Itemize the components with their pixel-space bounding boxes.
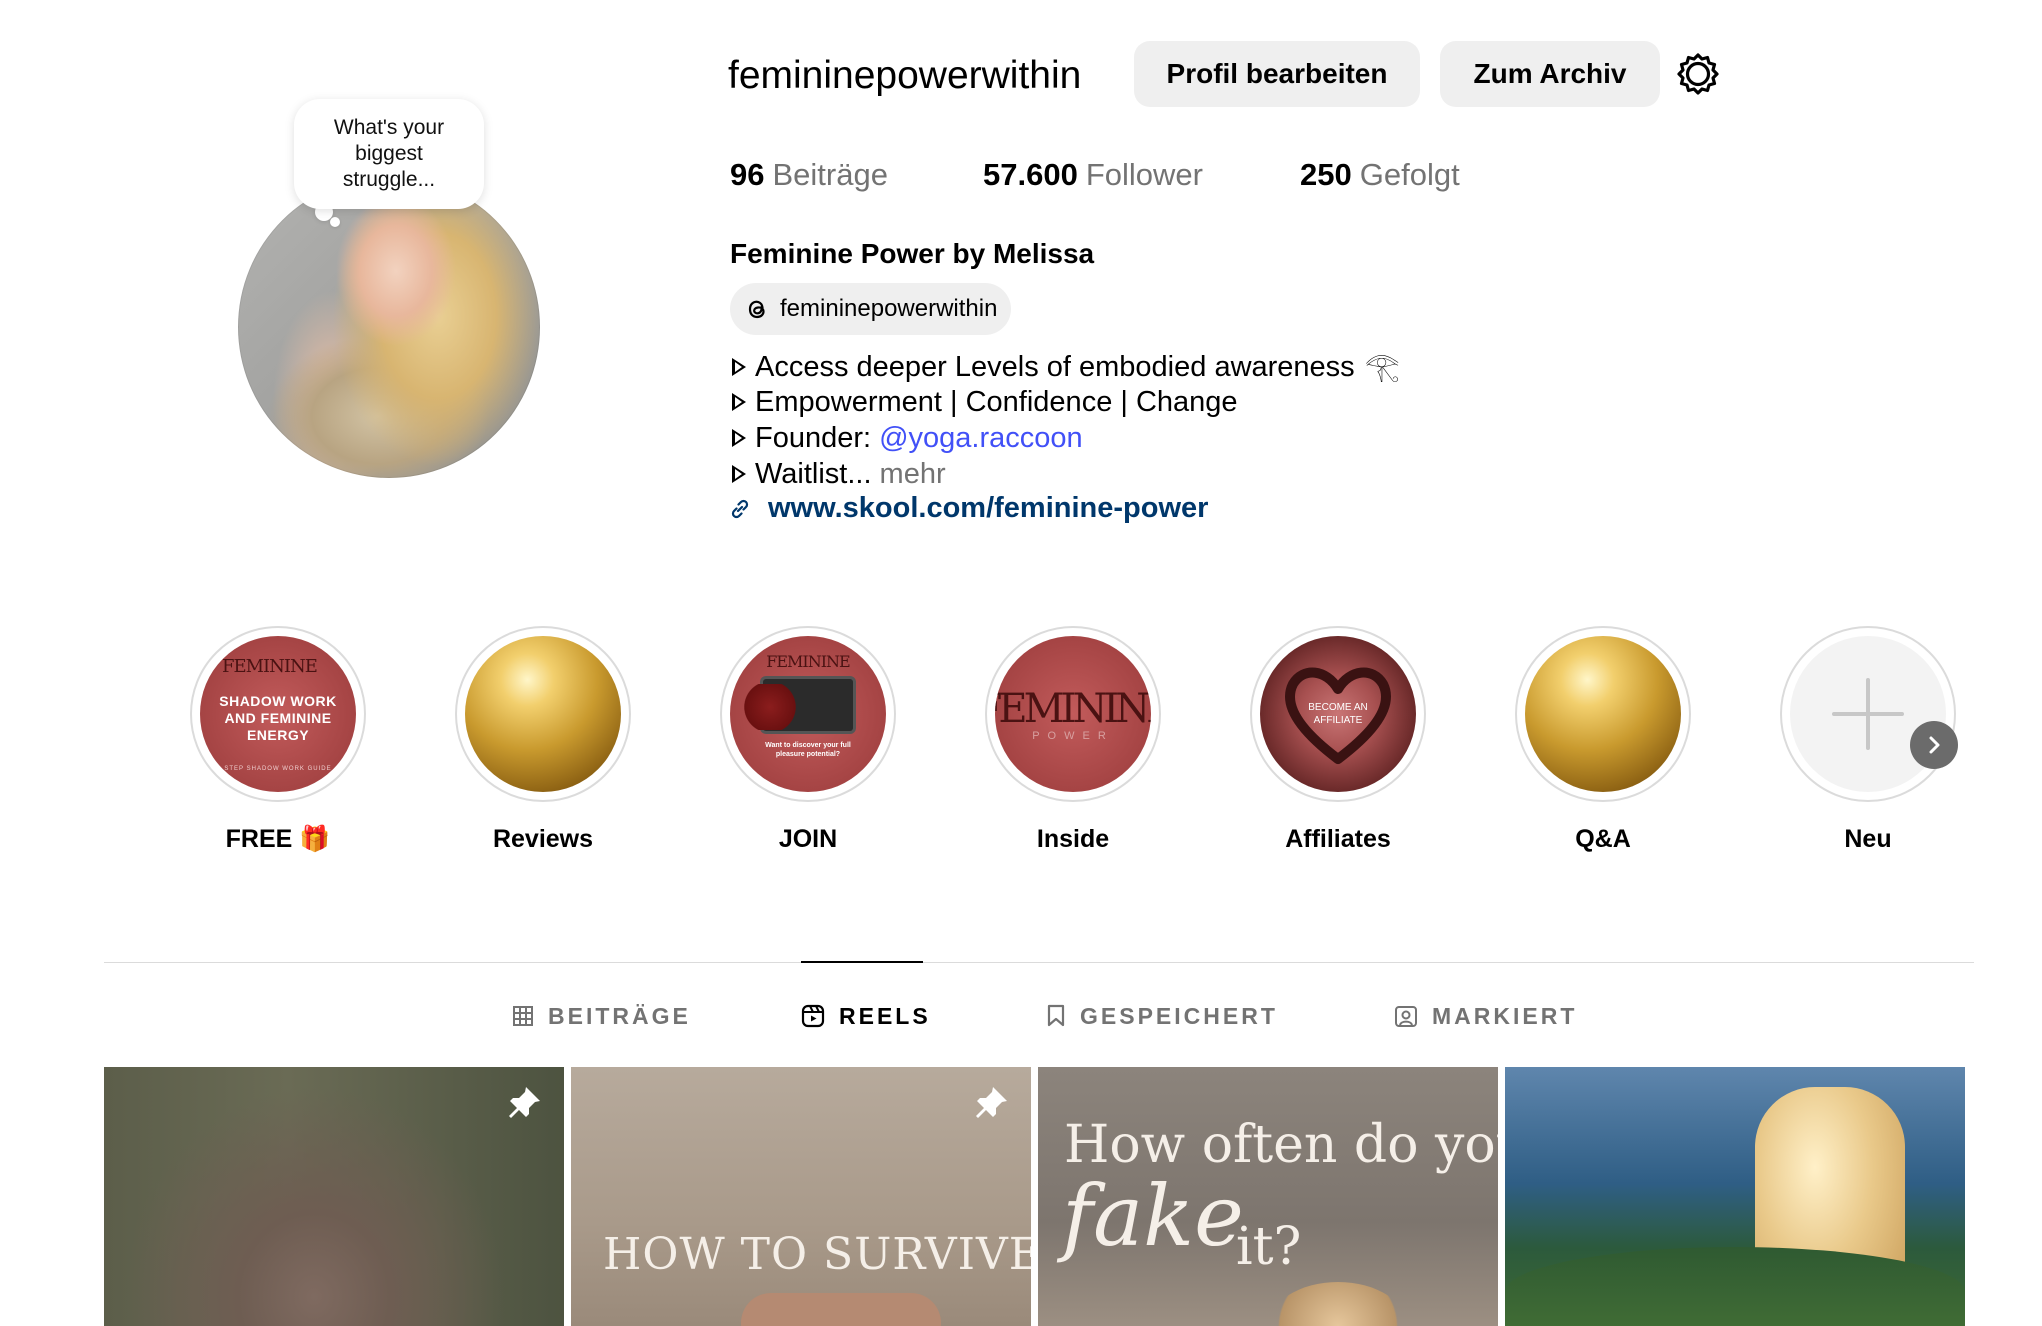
eye-of-horus-icon: 𓂀 — [1364, 350, 1400, 383]
tab-label: MARKIERT — [1432, 1002, 1578, 1029]
tab-label: BEITRÄGE — [548, 1002, 691, 1029]
highlight-new[interactable] — [1780, 626, 1956, 802]
website-link-text: www.skool.com/feminine-power — [768, 492, 1209, 524]
highlight-cover: FEMININE POWER — [995, 636, 1151, 792]
mention-link[interactable]: @yoga.raccoon — [879, 420, 1083, 456]
highlight-label: JOIN — [778, 825, 838, 853]
highlight-inside[interactable]: FEMININE POWER — [985, 626, 1161, 802]
more-link[interactable]: mehr — [880, 456, 946, 492]
link-icon — [731, 499, 749, 518]
highlight-reviews[interactable] — [455, 626, 631, 802]
reel-arm-image — [741, 1293, 941, 1326]
archive-button[interactable]: Zum Archiv — [1440, 41, 1660, 107]
threads-badge[interactable]: femininepowerwithin — [730, 283, 1012, 335]
reel-overlay-text: it? — [1236, 1217, 1302, 1277]
pin-icon — [976, 1087, 1007, 1118]
reels-icon — [801, 1004, 825, 1028]
reel-tile[interactable] — [104, 1067, 564, 1326]
bio-line-3: Founder: @yoga.raccoon — [728, 420, 1083, 456]
reel-tile[interactable]: How often do you fake it? — [1038, 1067, 1498, 1326]
plus-icon — [1832, 678, 1904, 750]
note-bubble[interactable]: What's your biggest struggle... — [294, 99, 484, 209]
play-triangle-icon — [732, 358, 746, 376]
cover-title: FEMININE — [222, 656, 318, 677]
highlight-label: Reviews — [492, 825, 594, 853]
highlight-label: FREE 🎁 — [225, 825, 331, 853]
cover-subtext: STEP SHADOW WORK GUIDE — [224, 766, 332, 772]
bio-text-1: Access deeper Levels of embodied awarene… — [755, 351, 1355, 383]
profile-picture[interactable] — [238, 176, 540, 478]
highlight-free[interactable]: FEMININE SHADOW WORK AND FEMININE ENERGY… — [190, 626, 366, 802]
cover-subtext: Want to discover your full pleasure pote… — [765, 742, 851, 758]
highlight-affiliates[interactable]: BECOME AN AFFILIATE — [1250, 626, 1426, 802]
highlight-label: Neu — [1844, 825, 1892, 853]
website-link[interactable]: www.skool.com/feminine-power — [728, 492, 1208, 525]
bookmark-icon — [1047, 1004, 1065, 1027]
highlight-cover: FEMININE SHADOW WORK AND FEMININE ENERGY… — [200, 636, 356, 792]
active-tab-indicator — [801, 961, 923, 963]
note-bubble-tail-small — [330, 217, 340, 227]
edit-profile-button[interactable]: Profil bearbeiten — [1134, 41, 1420, 107]
gold-sphere-cover — [1525, 636, 1681, 792]
reel-tile[interactable] — [1505, 1067, 1965, 1326]
play-triangle-icon — [732, 429, 746, 447]
rose-image — [742, 684, 798, 730]
tab-reels[interactable]: REELS — [801, 998, 931, 1034]
bio-line-4: Waitlist... mehr — [728, 456, 946, 492]
posts-count-stat[interactable]: 96 Beiträge — [730, 155, 888, 195]
reel-overlay-text-large: fake — [1062, 1167, 1244, 1265]
bio-text-3: Founder: — [755, 422, 872, 454]
following-label: Gefolgt — [1359, 157, 1460, 192]
posts-label: Beiträge — [772, 157, 888, 192]
pin-icon — [509, 1087, 540, 1118]
highlight-qa[interactable] — [1515, 626, 1691, 802]
followers-count: 57.600 — [983, 157, 1078, 192]
cover-title: FEMININE — [766, 652, 850, 671]
bio-line-2: Empowerment | Confidence | Change — [728, 384, 1238, 420]
tab-saved[interactable]: GESPEICHERT — [1046, 998, 1278, 1034]
tab-label: REELS — [839, 1002, 931, 1029]
highlight-label: Affiliates — [1285, 825, 1391, 853]
followers-label: Follower — [1085, 157, 1203, 192]
posts-count: 96 — [730, 157, 765, 192]
cover-text: BECOME AN AFFILIATE — [1308, 702, 1368, 726]
threads-icon — [748, 300, 765, 319]
chevron-right-icon[interactable] — [1910, 721, 1958, 769]
following-stat[interactable]: 250 Gefolgt — [1300, 155, 1460, 195]
bio-line-1: Access deeper Levels of embodied awarene… — [728, 349, 1400, 385]
full-name: Feminine Power by Melissa — [730, 238, 1095, 269]
bio-text-2: Empowerment | Confidence | Change — [755, 386, 1238, 418]
highlight-cover: FEMININE Want to discover your full plea… — [730, 636, 886, 792]
following-count: 250 — [1300, 157, 1352, 192]
username: femininepowerwithin — [728, 54, 1082, 97]
highlight-label: Inside — [1036, 825, 1110, 853]
new-highlight-cover — [1790, 636, 1946, 792]
cover-text: SHADOW WORK AND FEMININE ENERGY — [219, 692, 337, 743]
cover-title: FEMININE — [995, 686, 1151, 732]
tab-label: GESPEICHERT — [1080, 1002, 1278, 1029]
note-text: What's your biggest struggle... — [333, 116, 445, 191]
play-triangle-icon — [732, 465, 746, 483]
bio-text-4: Waitlist... — [755, 458, 872, 490]
tagged-icon — [1395, 1006, 1417, 1027]
play-triangle-icon — [732, 393, 746, 411]
tab-posts[interactable]: BEITRÄGE — [512, 998, 691, 1034]
highlight-label: Q&A — [1575, 825, 1631, 853]
reel-tile[interactable]: HOW TO SURVIVE — [571, 1067, 1031, 1326]
reel-overlay-text: How often do you — [1064, 1115, 1498, 1175]
threads-handle: femininepowerwithin — [780, 295, 998, 322]
tab-tagged[interactable]: MARKIERT — [1394, 998, 1577, 1034]
tabs-divider — [104, 962, 1974, 963]
cover-subtext: POWER — [1032, 730, 1114, 742]
gold-sphere-cover — [465, 636, 621, 792]
highlight-cover: BECOME AN AFFILIATE — [1260, 636, 1416, 792]
highlight-join[interactable]: FEMININE Want to discover your full plea… — [720, 626, 896, 802]
grid-icon — [513, 1006, 533, 1026]
settings-gear-icon[interactable] — [1676, 52, 1720, 96]
reel-overlay-text: HOW TO SURVIVE — [603, 1229, 1031, 1280]
followers-stat[interactable]: 57.600 Follower — [983, 155, 1203, 195]
reel-hair-image — [1268, 1282, 1408, 1326]
